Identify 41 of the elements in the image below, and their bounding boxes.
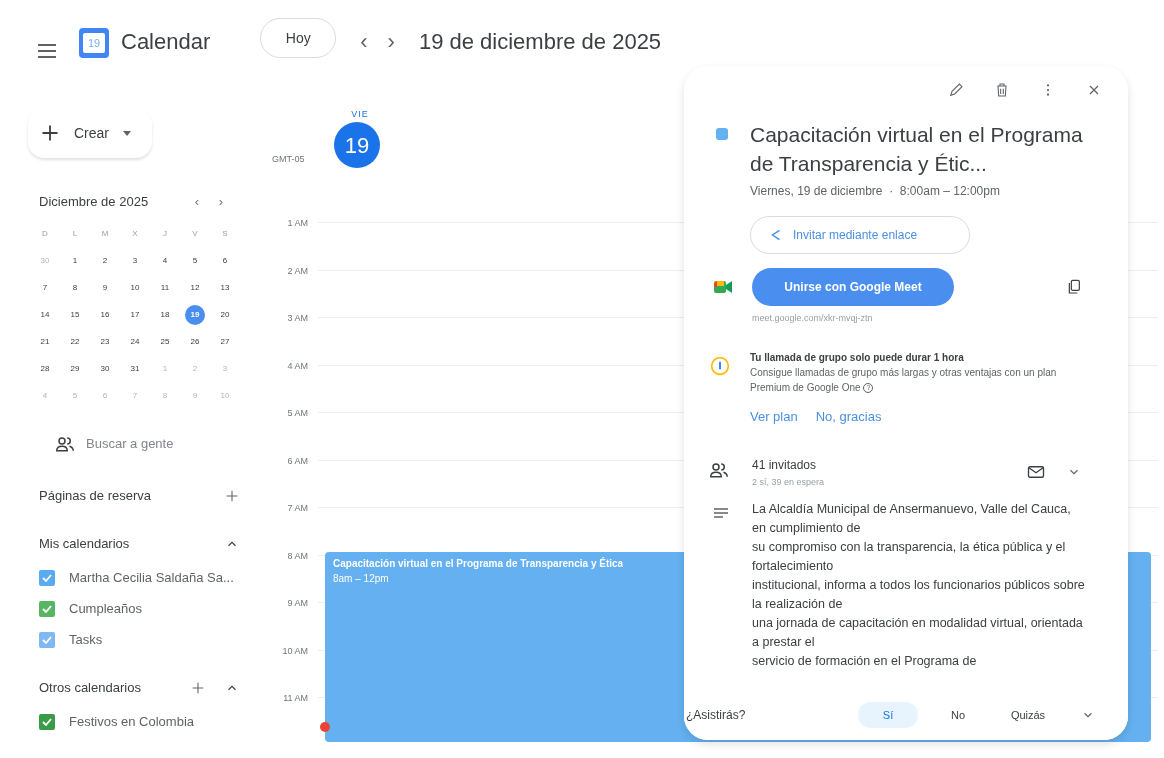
section-title: Páginas de reserva: [39, 486, 152, 505]
weekday-label: L: [71, 227, 79, 240]
event-time: 8am – 12pm: [333, 572, 389, 586]
calendar-name: Cumpleaños: [69, 599, 142, 618]
hour-label: 1 AM: [286, 217, 308, 230]
weekday-label: J: [162, 227, 168, 240]
weekday-label: M: [100, 227, 110, 240]
hour-label: 5 AM: [286, 407, 308, 420]
hour-label: 9 AM: [286, 597, 308, 610]
hour-label: 4 AM: [286, 359, 308, 373]
weekday-label: V: [191, 227, 199, 240]
hour-label: 2 AM: [286, 264, 308, 278]
promo-title: Tu llamada de grupo solo puede durar 1 hora: [750, 350, 965, 365]
date-title: 19 de diciembre de 2025: [418, 28, 662, 56]
section-title: Mis calendarios: [39, 534, 131, 553]
meeting-url: meet.google.com/xkr-mvqj-ztn: [752, 312, 874, 325]
weekday-label: D: [41, 227, 49, 240]
app-name: Calendar: [121, 28, 211, 56]
rsvp-question: ¿Asistirás?: [686, 707, 747, 724]
description-text: servicio de formación en el Programa de: [752, 652, 978, 670]
calendar-name: Festivos en Colombia: [69, 712, 194, 731]
event-title: Capacitación virtual en el Programa de Transparencia y Ética: [333, 556, 624, 571]
weekday-label: S: [221, 227, 229, 240]
section-title: Otros calendarios: [39, 678, 142, 697]
logo-day: 19: [83, 33, 105, 53]
guest-count: 41 invitados: [752, 457, 818, 474]
timezone-label: GMT-05: [272, 153, 305, 166]
event-details-title: Capacitación virtual en el Programa de Transparencia y Étic...: [750, 122, 1084, 177]
hour-label: 3 AM: [286, 312, 308, 325]
calendar-name: Martha Cecilia Saldaña Sa...: [69, 568, 234, 587]
guest-summary: 2 sí, 39 en espera: [752, 476, 826, 489]
weekday-label: VIE: [350, 108, 370, 121]
hour-label: 11 AM: [282, 692, 308, 705]
hour-label: 8 AM: [286, 549, 308, 563]
hour-label: 6 AM: [286, 454, 308, 468]
month-title: Diciembre de 2025: [39, 193, 150, 211]
calendar-name: Tasks: [69, 630, 103, 649]
event-date-time: Viernes, 19 de diciembre · 8:00am – 12:00pm: [750, 183, 1001, 200]
hour-label: 10 AM: [281, 644, 308, 658]
hour-label: 7 AM: [286, 502, 308, 515]
weekday-label: X: [131, 227, 139, 240]
